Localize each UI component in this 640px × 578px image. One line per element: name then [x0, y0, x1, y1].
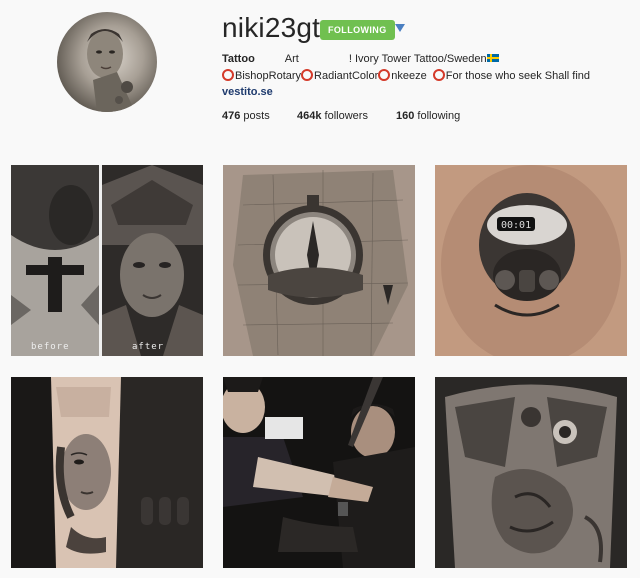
bio-line-2: BishopRotary RadiantColor nkeeze For those …	[222, 69, 590, 82]
followers-count-label: followers	[324, 110, 368, 122]
more-options-caret-icon[interactable]	[395, 24, 405, 32]
followers-count[interactable]: 464k followers	[297, 110, 368, 122]
followers-count-value: 464k	[297, 110, 322, 122]
profile-username: niki23gtr	[222, 12, 330, 43]
posts-count-value: 476	[222, 110, 241, 122]
bio-motto: For those who seek Shall find	[445, 70, 591, 82]
post-tile-gasmask[interactable]: 00:01	[435, 165, 627, 356]
bio-word-tattoo: Tattoo	[222, 53, 255, 65]
bio-word-art: Art	[284, 53, 299, 65]
post-tile-compass[interactable]	[223, 165, 415, 356]
posts-count-label: posts	[243, 110, 270, 122]
profile-avatar[interactable]	[57, 12, 157, 112]
posts-count[interactable]: 476 posts	[222, 110, 270, 122]
red-ring-icon	[222, 69, 234, 81]
following-count-label: following	[417, 110, 461, 122]
after-label: after	[132, 342, 165, 352]
bio-sponsor-2: RadiantColor	[314, 70, 379, 82]
sweden-flag-icon	[486, 54, 499, 62]
red-ring-icon	[432, 69, 445, 81]
red-ring-icon	[378, 69, 391, 81]
website-link[interactable]: vestito.se	[222, 86, 273, 98]
following-count-value: 160	[396, 110, 415, 122]
svg-text:00:01: 00:01	[501, 220, 531, 231]
post-tile-back-piece[interactable]	[435, 377, 627, 568]
post-tile-before-after[interactable]: before after	[11, 165, 203, 356]
profile-header: niki23gtr FOLLOWING Tattoo Art ! Ivory Tow…	[0, 0, 640, 150]
red-ring-icon	[301, 69, 314, 81]
bio-line-1: Tattoo Art ! Ivory Tower Tattoo/Sweden	[222, 53, 499, 65]
following-count[interactable]: 160 following	[396, 110, 460, 122]
post-tile-face-forearm[interactable]	[11, 377, 203, 568]
bio-sponsor-1: BishopRotary	[235, 70, 302, 82]
bio-sponsor-3: nkeeze	[391, 70, 427, 82]
before-label: before	[31, 342, 70, 352]
following-button[interactable]: FOLLOWING	[320, 20, 395, 40]
post-tile-artist-working[interactable]	[223, 377, 415, 568]
bio-studio: ! Ivory Tower Tattoo/Sweden	[348, 53, 487, 65]
